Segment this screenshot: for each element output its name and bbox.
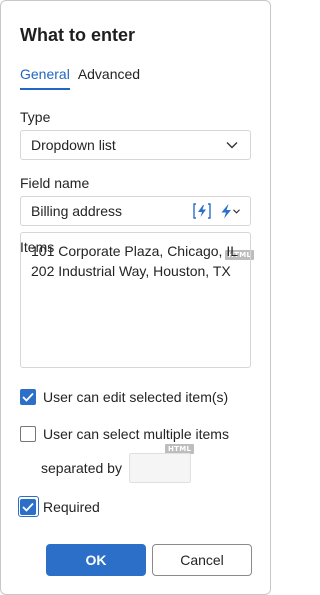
dialog-title: What to enter bbox=[20, 25, 135, 45]
multiple-items-label: User can select multiple items bbox=[43, 426, 229, 442]
required-label: Required bbox=[43, 499, 100, 515]
bolt-dropdown-icon[interactable] bbox=[220, 204, 240, 219]
tab-advanced[interactable]: Advanced bbox=[78, 66, 140, 90]
tab-general[interactable]: General bbox=[20, 66, 70, 90]
user-can-edit-checkbox[interactable] bbox=[20, 389, 36, 405]
field-name-label: Field name bbox=[20, 175, 90, 191]
chevron-down-icon bbox=[224, 137, 240, 153]
tab-bar: General Advanced bbox=[20, 66, 140, 90]
field-name-value: Billing address bbox=[31, 203, 123, 219]
cancel-button[interactable]: Cancel bbox=[152, 544, 252, 576]
required-checkbox[interactable] bbox=[20, 499, 36, 515]
multiple-items-option[interactable]: User can select multiple items bbox=[20, 426, 229, 442]
field-name-icon-group bbox=[192, 202, 240, 220]
separated-by-label: separated by bbox=[41, 460, 122, 476]
field-name-input[interactable]: Billing address bbox=[20, 196, 251, 226]
ok-button[interactable]: OK bbox=[46, 544, 146, 576]
user-can-edit-option[interactable]: User can edit selected item(s) bbox=[20, 389, 228, 405]
bolt-box-icon[interactable] bbox=[192, 202, 212, 220]
required-option[interactable]: Required bbox=[20, 499, 100, 515]
what-to-enter-dialog: What to enter General Advanced Type Drop… bbox=[0, 0, 271, 595]
type-dropdown[interactable]: Dropdown list bbox=[20, 130, 251, 160]
separator-input[interactable] bbox=[129, 453, 191, 483]
multiple-items-checkbox[interactable] bbox=[20, 426, 36, 442]
type-label: Type bbox=[20, 109, 51, 125]
items-textarea[interactable]: 101 Corporate Plaza, Chicago, IL 202 Ind… bbox=[20, 232, 251, 368]
user-can-edit-label: User can edit selected item(s) bbox=[43, 389, 229, 405]
type-dropdown-value: Dropdown list bbox=[31, 137, 116, 153]
